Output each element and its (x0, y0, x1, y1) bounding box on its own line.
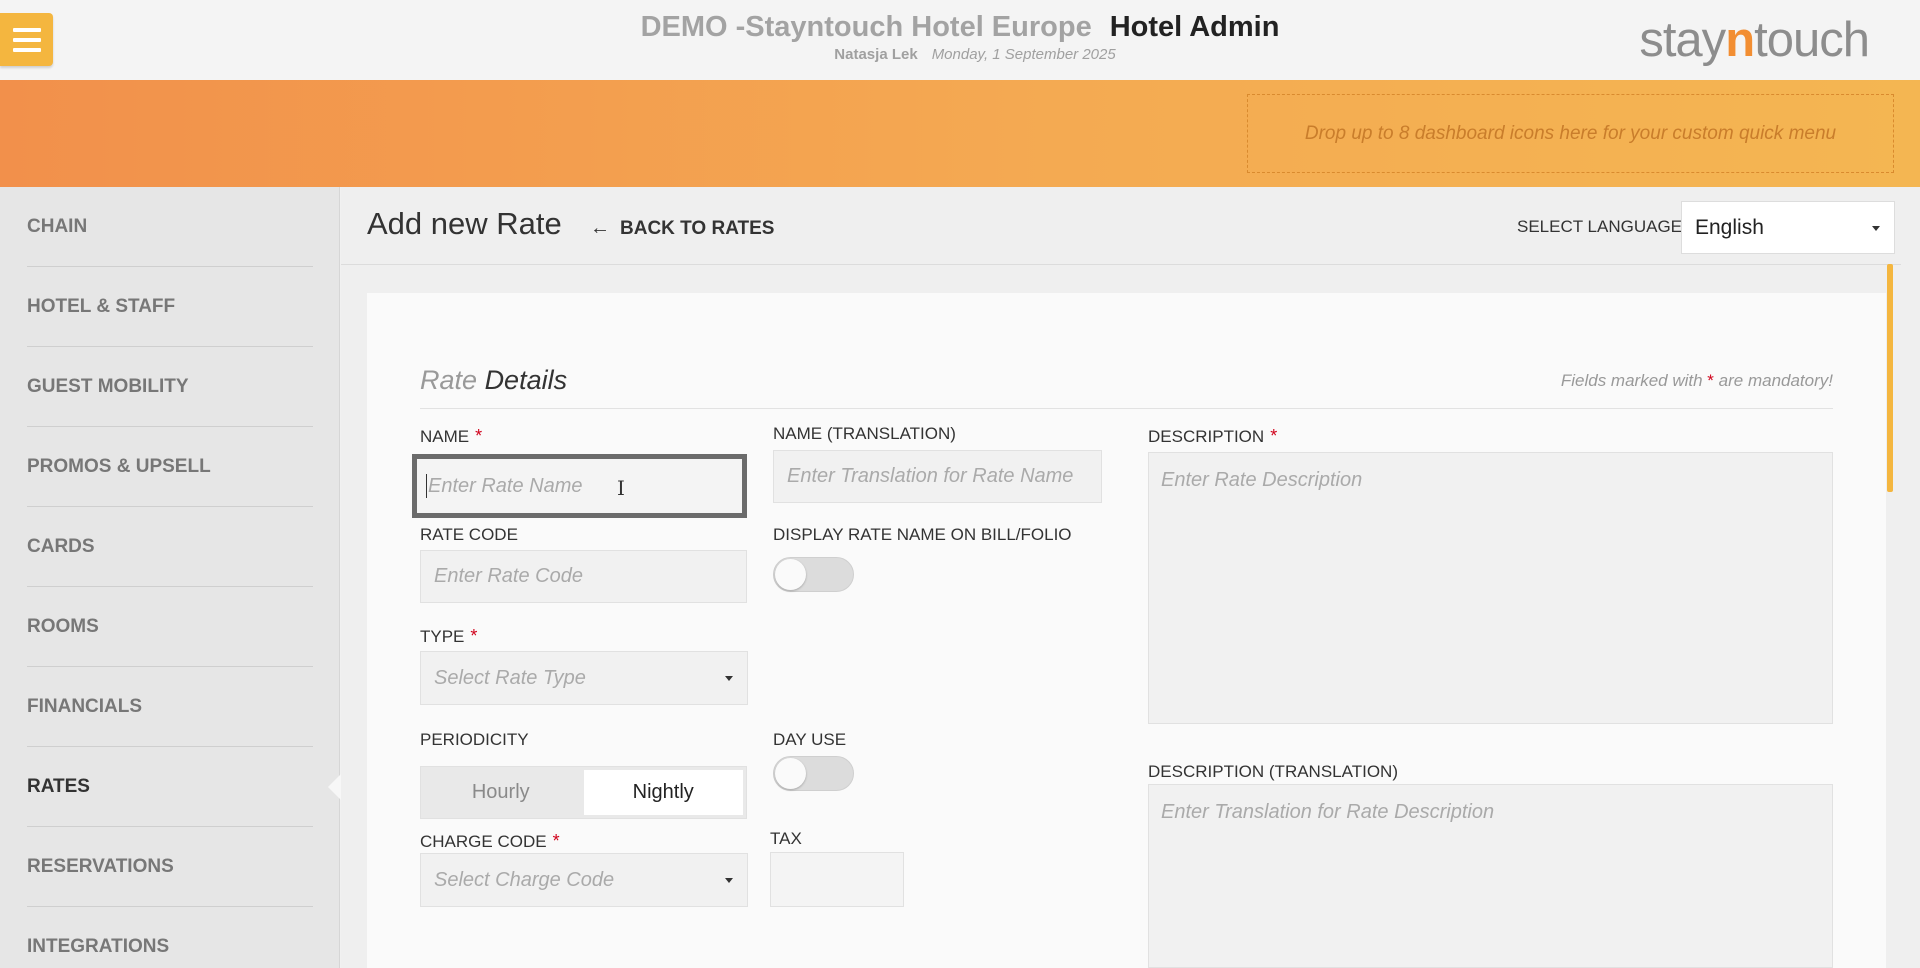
day-use-label: DAY USE (773, 730, 847, 749)
active-indicator (328, 774, 341, 800)
sidebar-item-chain[interactable]: CHAIN (27, 187, 313, 267)
charge-code-label: CHARGE CODE * (420, 831, 560, 851)
sidebar-item-integrations[interactable]: INTEGRATIONS (27, 907, 313, 968)
sidebar-item-rates[interactable]: RATES (27, 747, 313, 827)
language-label: SELECT LANGUAGE (1517, 217, 1683, 236)
periodicity-label: PERIODICITY (420, 730, 529, 749)
charge-code-select[interactable]: Select Charge Code (420, 853, 748, 907)
display-rate-name-toggle[interactable] (773, 557, 854, 592)
name-label: NAME * (420, 426, 483, 446)
sidebar-item-rooms[interactable]: ROOMS (27, 587, 313, 667)
app-name: Hotel Admin (1109, 11, 1280, 43)
tax-label: TAX (770, 829, 802, 848)
charge-code-placeholder: Select Charge Code (434, 868, 615, 891)
rate-type-select[interactable]: Select Rate Type (420, 651, 748, 705)
tax-field (770, 852, 904, 907)
periodicity-hourly-button[interactable]: Hourly (421, 767, 581, 818)
quick-menu-dropzone[interactable]: Drop up to 8 dashboard icons here for yo… (1247, 94, 1894, 173)
back-to-rates-link[interactable]: ← BACK TO RATES (590, 217, 774, 240)
back-link-label: BACK TO RATES (620, 217, 775, 239)
chevron-down-icon (725, 676, 733, 681)
rate-name-placeholder: Enter Rate Name (428, 474, 583, 497)
current-date: Monday, 1 September 2025 (931, 46, 1116, 63)
description-translation-placeholder: Enter Translation for Rate Description (1161, 801, 1495, 823)
sidebar-item-promos-upsell[interactable]: PROMOS & UPSELL (27, 427, 313, 507)
language-select[interactable]: English (1681, 201, 1895, 254)
sidebar: CHAIN HOTEL & STAFF GUEST MOBILITY PROMO… (0, 187, 341, 968)
rate-name-translation-placeholder: Enter Translation for Rate Name (787, 465, 1074, 487)
periodicity-segmented-control: Hourly Nightly (420, 766, 747, 819)
user-name: Natasja Lek (834, 46, 918, 63)
description-translation-textarea[interactable]: Enter Translation for Rate Description (1148, 784, 1833, 968)
type-label: TYPE * (420, 626, 478, 646)
rate-code-label: RATE CODE (420, 525, 518, 544)
hotel-name: DEMO -Stayntouch Hotel Europe (640, 11, 1092, 43)
description-textarea[interactable]: Enter Rate Description (1148, 452, 1833, 724)
section-divider (420, 408, 1833, 409)
name-translation-label: NAME (TRANSLATION) (773, 424, 956, 443)
chevron-down-icon (725, 878, 733, 883)
rate-name-translation-input[interactable]: Enter Translation for Rate Name (773, 450, 1102, 503)
text-cursor-icon: I (617, 476, 625, 500)
description-placeholder: Enter Rate Description (1161, 469, 1363, 491)
rate-name-input[interactable]: Enter Rate Name (412, 454, 747, 518)
rate-code-input[interactable]: Enter Rate Code (420, 550, 747, 603)
sidebar-item-cards[interactable]: CARDS (27, 507, 313, 587)
rate-type-placeholder: Select Rate Type (434, 666, 586, 689)
rate-details-panel: Rate Details Fields marked with * are ma… (367, 293, 1886, 968)
periodicity-nightly-button[interactable]: Nightly (583, 770, 743, 815)
sidebar-item-guest-mobility[interactable]: GUEST MOBILITY (27, 347, 313, 427)
mandatory-note: Fields marked with * are mandatory! (1560, 371, 1833, 390)
page-title: Add new Rate (367, 206, 562, 241)
quick-menu-banner: Drop up to 8 dashboard icons here for yo… (0, 80, 1920, 187)
sidebar-item-financials[interactable]: FINANCIALS (27, 667, 313, 747)
top-header: DEMO -Stayntouch Hotel Europe Hotel Admin… (0, 0, 1920, 80)
main-content: Add new Rate ← BACK TO RATES SELECT LANG… (341, 187, 1920, 968)
toggle-knob (775, 559, 806, 590)
chevron-down-icon (1872, 225, 1880, 231)
section-title: Rate Details (420, 365, 568, 395)
left-arrow-icon: ← (590, 217, 610, 239)
dropzone-text: Drop up to 8 dashboard icons here for yo… (1304, 122, 1837, 144)
display-rate-name-label: DISPLAY RATE NAME ON BILL/FOLIO (773, 525, 1072, 544)
toggle-knob (775, 758, 806, 789)
header-divider (341, 264, 1901, 265)
language-value: English (1695, 215, 1764, 239)
rate-code-placeholder: Enter Rate Code (434, 565, 583, 587)
sidebar-item-hotel-staff[interactable]: HOTEL & STAFF (27, 267, 313, 347)
day-use-toggle[interactable] (773, 756, 854, 791)
text-cursor (426, 474, 427, 498)
stayntouch-logo: stayntouch (1639, 13, 1870, 67)
scrollbar[interactable] (1887, 264, 1893, 492)
description-translation-label: DESCRIPTION (TRANSLATION) (1148, 762, 1398, 781)
header-title: DEMO -Stayntouch Hotel Europe Hotel Admin… (0, 8, 1920, 63)
sidebar-item-reservations[interactable]: RESERVATIONS (27, 827, 313, 907)
description-label: DESCRIPTION * (1148, 426, 1278, 446)
